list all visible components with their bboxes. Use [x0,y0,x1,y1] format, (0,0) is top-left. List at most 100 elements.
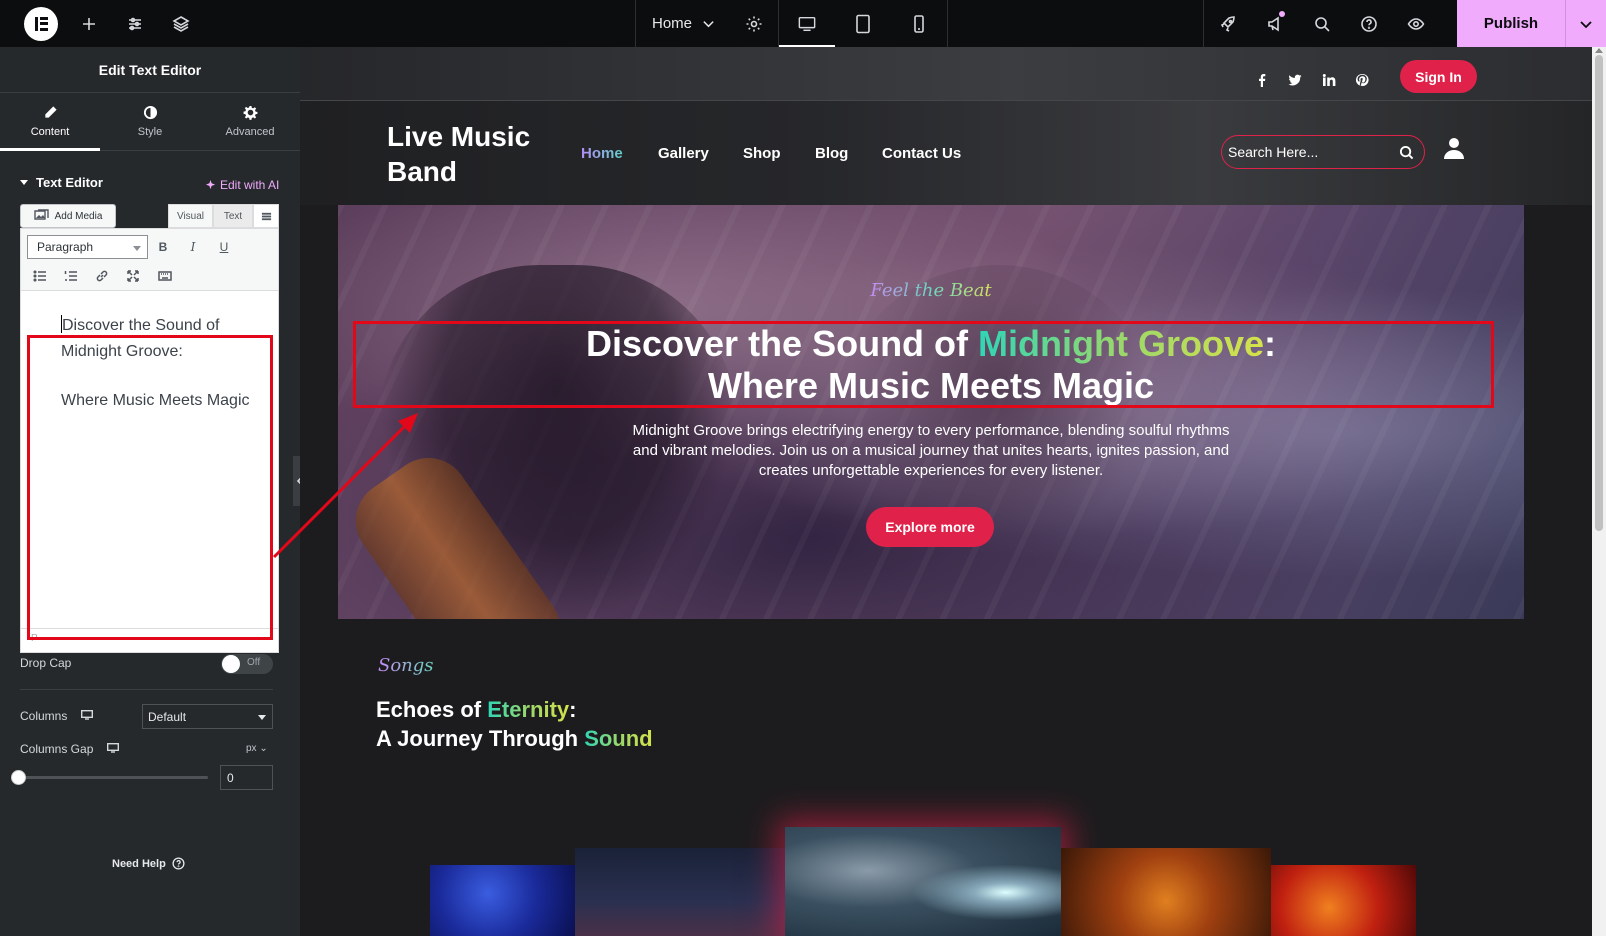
link-button[interactable] [91,265,113,287]
visual-tab[interactable]: Visual [168,204,213,228]
desktop-view-icon[interactable] [779,0,835,47]
mobile-view-icon[interactable] [891,0,947,47]
hero-section[interactable]: Feel the Beat Discover the Sound of Midn… [338,205,1524,619]
linkedin-icon[interactable] [1317,70,1341,90]
user-account-icon[interactable] [1444,137,1468,161]
columns-label: Columns [20,709,68,723]
tab-advanced-label: Advanced [225,126,275,138]
publish-options-button[interactable] [1565,0,1606,47]
sign-in-button[interactable]: Sign In [1400,60,1477,93]
pencil-icon [44,106,57,118]
drop-cap-toggle[interactable]: Off [221,654,273,674]
gallery-thumb-2[interactable] [575,848,785,936]
fullscreen-button[interactable] [122,265,144,287]
layers-icon[interactable] [158,0,204,47]
bold-button[interactable]: B [152,236,174,258]
tab-content-label: Content [30,126,70,138]
italic-button[interactable]: I [182,236,204,258]
twitter-icon[interactable] [1283,70,1307,90]
highlight-box-heading [353,321,1494,408]
publish-button[interactable]: Publish [1457,0,1565,47]
nav-contact-us[interactable]: Contact Us [882,145,961,162]
toggle-state-label: Off [247,657,261,668]
numbered-list-button[interactable] [60,265,82,287]
keyboard-icon [158,271,172,281]
chevron-down-icon [703,21,714,28]
columns-gap-slider-track[interactable] [20,776,208,779]
bullet-list-icon [33,270,46,282]
device-switcher [778,0,948,47]
facebook-icon[interactable] [1250,70,1274,90]
toolbar-toggle-button[interactable] [253,204,279,228]
songs-heading[interactable]: Echoes of Eternity: A Journey Through So… [376,695,653,753]
pinterest-icon[interactable] [1350,70,1374,90]
need-help-link[interactable]: Need Help [112,857,185,870]
add-media-label: Add Media [54,210,103,222]
panel-title: Edit Text Editor [0,47,300,93]
nav-home[interactable]: Home [581,145,623,162]
caret-down-icon [20,179,28,185]
tab-style[interactable]: Style [100,93,200,150]
site-title[interactable]: Live Music Band [387,119,577,189]
underline-button[interactable]: U [213,236,235,258]
gallery-thumb-3[interactable] [785,827,1061,936]
search-icon[interactable] [1399,145,1414,160]
search-icon[interactable] [1298,0,1345,47]
need-help-label: Need Help [112,857,166,870]
tablet-view-icon[interactable] [835,0,891,47]
scrollbar-thumb[interactable] [1595,55,1603,531]
drop-cap-label: Drop Cap [20,656,72,670]
nav-gallery[interactable]: Gallery [658,145,709,162]
hero-tagline: Feel the Beat [870,280,992,301]
site-search-input[interactable]: Search Here... [1221,135,1425,169]
site-settings-icon[interactable] [112,0,158,47]
panel-tabs: Content Style Advanced [0,93,300,151]
nav-blog[interactable]: Blog [815,145,848,162]
columns-gap-input[interactable]: 0 [220,765,273,790]
half-circle-icon [143,105,157,120]
columns-select[interactable]: Default [142,704,273,729]
format-select[interactable]: Paragraph [27,235,148,259]
unit-select[interactable]: px ⌄ [246,743,268,754]
columns-gap-slider-handle[interactable] [11,770,26,785]
highlight-box-editor [27,335,273,640]
page-select[interactable]: Home [635,0,731,47]
bullet-list-button[interactable] [29,265,51,287]
text-tab[interactable]: Text [213,204,253,228]
page-settings-icon[interactable] [731,0,777,47]
gallery-thumb-1[interactable] [430,865,575,936]
annotation-arrow [272,413,418,559]
help-icon [172,857,185,870]
help-icon[interactable] [1345,0,1392,47]
elementor-logo-icon[interactable] [24,6,58,41]
site-topbar: Sign In [300,47,1592,101]
editor-topbar: Home Publish [0,0,1606,47]
kitchen-sink-icon [261,212,271,220]
rocket-icon[interactable] [1204,0,1251,47]
preview-eye-icon[interactable] [1392,0,1439,47]
add-media-button[interactable]: Add Media [20,204,116,228]
responsive-desktop-icon[interactable] [107,742,120,756]
explore-more-button[interactable]: Explore more [866,507,994,547]
gallery-thumb-5[interactable] [1271,865,1416,936]
whats-new-megaphone-icon[interactable] [1251,0,1298,47]
edit-with-ai-link[interactable]: Edit with AI [205,178,279,192]
columns-control: Columns [20,709,94,723]
nav-shop[interactable]: Shop [743,145,781,162]
responsive-desktop-icon[interactable] [81,709,94,723]
chevron-down-icon [1580,20,1592,28]
add-element-icon[interactable] [66,0,112,47]
section-title: Text Editor [36,174,103,190]
search-placeholder: Search Here... [1228,144,1319,160]
tab-content[interactable]: Content [0,93,100,151]
gear-icon [243,105,257,120]
link-icon [96,270,108,282]
gallery-thumb-4[interactable] [1061,848,1271,936]
keyboard-button[interactable] [154,265,176,287]
columns-gap-label: Columns Gap [20,742,94,756]
tab-style-label: Style [137,126,163,138]
hero-paragraph[interactable]: Midnight Groove brings electrifying ener… [628,421,1234,481]
tab-advanced[interactable]: Advanced [200,93,300,150]
songs-tagline: Songs [378,655,434,676]
scroll-up-arrow[interactable] [1595,48,1603,53]
